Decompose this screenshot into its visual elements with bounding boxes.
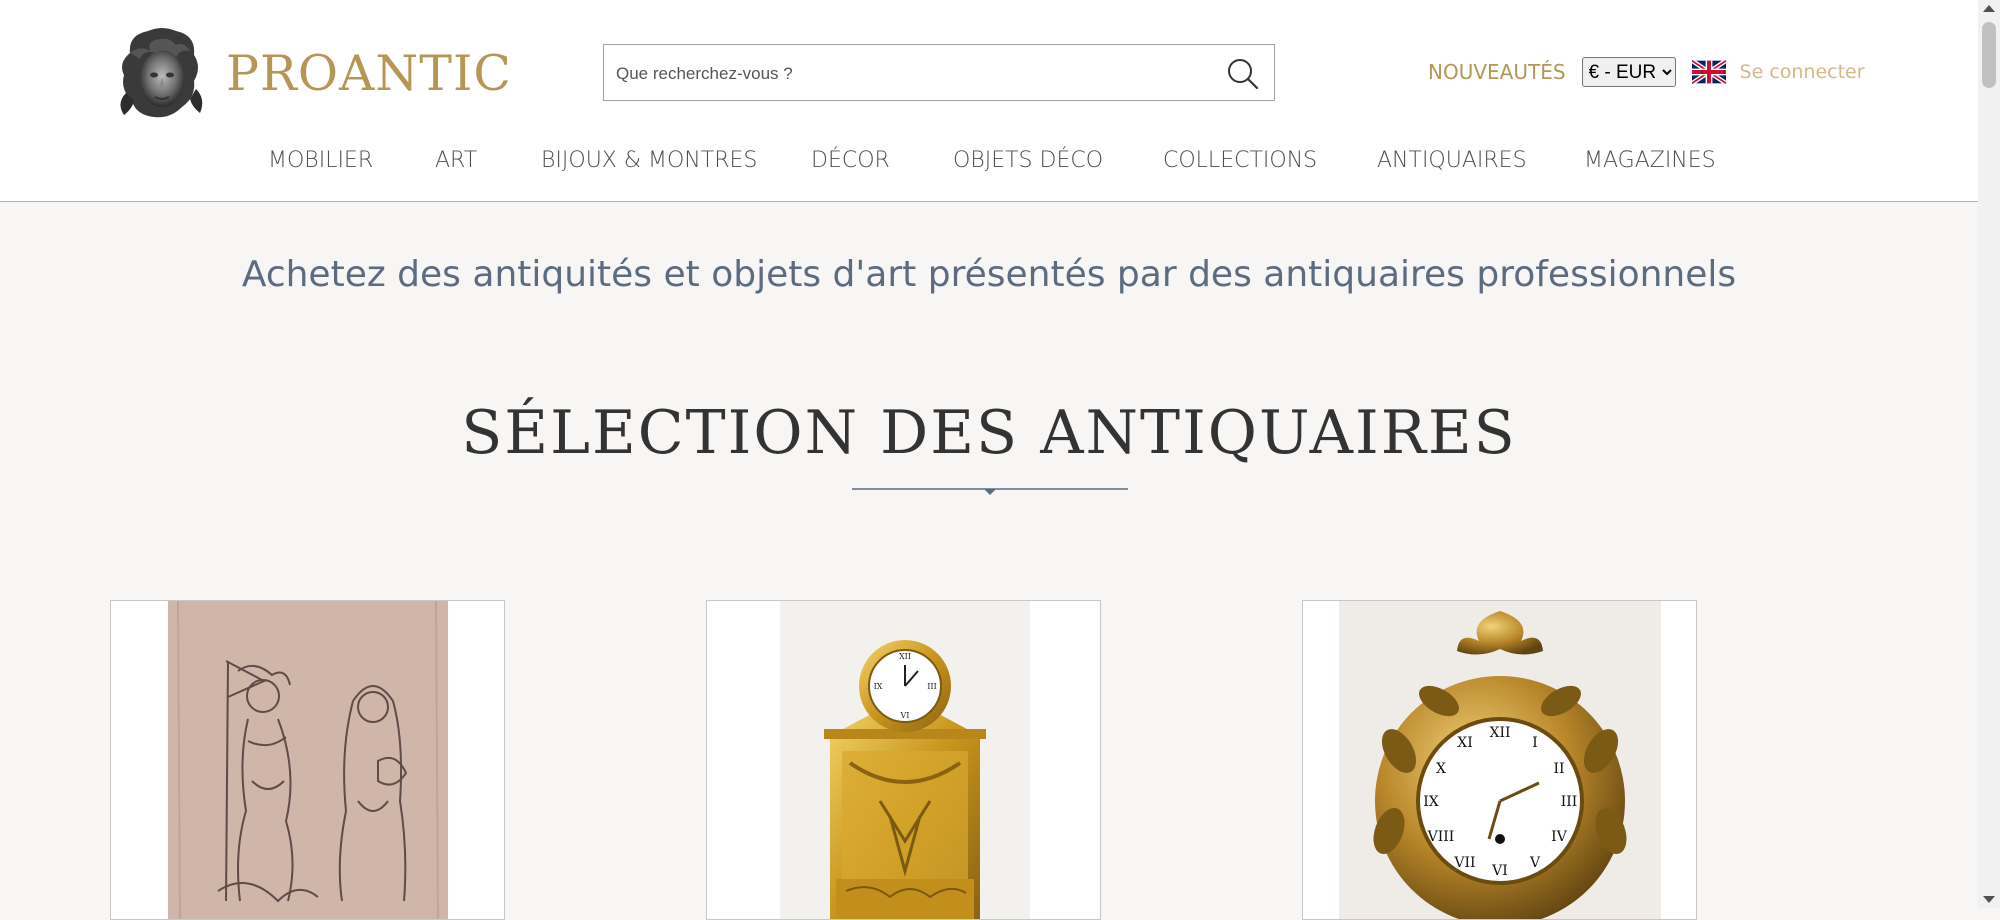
site-header: PROANTIC NOUVEAUTÉS € - EUR Se connecter — [0, 0, 1978, 202]
login-link[interactable]: Se connecter — [1740, 61, 1865, 83]
product-image: XII III VI IX — [780, 601, 1030, 919]
svg-text:II: II — [1553, 761, 1564, 777]
main-nav: MOBILIER ART BIJOUX & MONTRES DÉCOR OBJE… — [0, 148, 1978, 178]
section-title: SÉLECTION DES ANTIQUAIRES — [461, 398, 1517, 468]
svg-text:IX: IX — [1423, 794, 1439, 810]
logo-link[interactable]: PROANTIC — [110, 18, 512, 128]
nav-item-collections[interactable]: COLLECTIONS — [1163, 148, 1317, 173]
product-image: XII III VI IX I II IV V VII VIII X XI — [1339, 601, 1661, 919]
svg-text:III: III — [927, 682, 936, 691]
logo-head-icon — [120, 28, 203, 118]
svg-text:VI: VI — [1491, 863, 1508, 879]
news-link[interactable]: NOUVEAUTÉS — [1428, 60, 1566, 84]
vertical-scrollbar[interactable] — [1978, 0, 2000, 908]
product-card[interactable]: XII III VI IX — [706, 600, 1101, 920]
svg-text:III: III — [1561, 794, 1578, 810]
svg-text:X: X — [1436, 761, 1446, 777]
currency-select[interactable]: € - EUR — [1581, 57, 1676, 87]
svg-text:VII: VII — [1453, 855, 1475, 871]
svg-text:IX: IX — [874, 682, 883, 691]
scroll-up-arrow-icon[interactable] — [1983, 5, 1995, 12]
nav-item-decor[interactable]: DÉCOR — [811, 148, 890, 173]
nav-item-bijoux-montres[interactable]: BIJOUX & MONTRES — [541, 148, 757, 173]
scroll-down-arrow-icon[interactable] — [1983, 896, 1995, 903]
nav-item-magazines[interactable]: MAGAZINES — [1584, 148, 1716, 173]
uk-flag-icon[interactable] — [1691, 60, 1726, 84]
svg-text:XII: XII — [1489, 725, 1510, 741]
svg-text:V: V — [1529, 855, 1541, 871]
product-card[interactable] — [110, 600, 505, 920]
nav-item-antiquaires[interactable]: ANTIQUAIRES — [1377, 148, 1527, 173]
tagline: Achetez des antiquités et objets d'art p… — [241, 254, 1737, 295]
scroll-thumb[interactable] — [1982, 22, 1996, 88]
drawing-saints-image — [168, 601, 448, 919]
nav-item-mobilier[interactable]: MOBILIER — [268, 148, 373, 173]
search-icon[interactable] — [1226, 57, 1260, 91]
header-utilities: NOUVEAUTÉS € - EUR Se connecter — [1428, 56, 1865, 88]
svg-text:VI: VI — [900, 711, 910, 720]
search-input[interactable] — [614, 45, 1198, 102]
logo-text: PROANTIC — [226, 44, 512, 102]
svg-text:IV: IV — [1551, 829, 1568, 845]
svg-text:VIII: VIII — [1427, 829, 1455, 845]
svg-text:I: I — [1532, 735, 1538, 751]
page: PROANTIC NOUVEAUTÉS € - EUR Se connecter — [0, 0, 1978, 920]
cartel-clock-image: XII III VI IX I II IV V VII VIII X XI — [1339, 601, 1661, 919]
nav-item-objets-deco[interactable]: OBJETS DÉCO — [953, 148, 1103, 173]
title-divider — [852, 488, 1128, 495]
product-card[interactable]: XII III VI IX I II IV V VII VIII X XI — [1302, 600, 1697, 920]
product-image — [168, 601, 448, 919]
svg-text:XII: XII — [899, 652, 911, 661]
nav-item-art[interactable]: ART — [435, 148, 477, 173]
svg-text:XI: XI — [1457, 735, 1473, 751]
gilt-clock-image: XII III VI IX — [780, 601, 1030, 919]
search-box — [603, 44, 1275, 102]
